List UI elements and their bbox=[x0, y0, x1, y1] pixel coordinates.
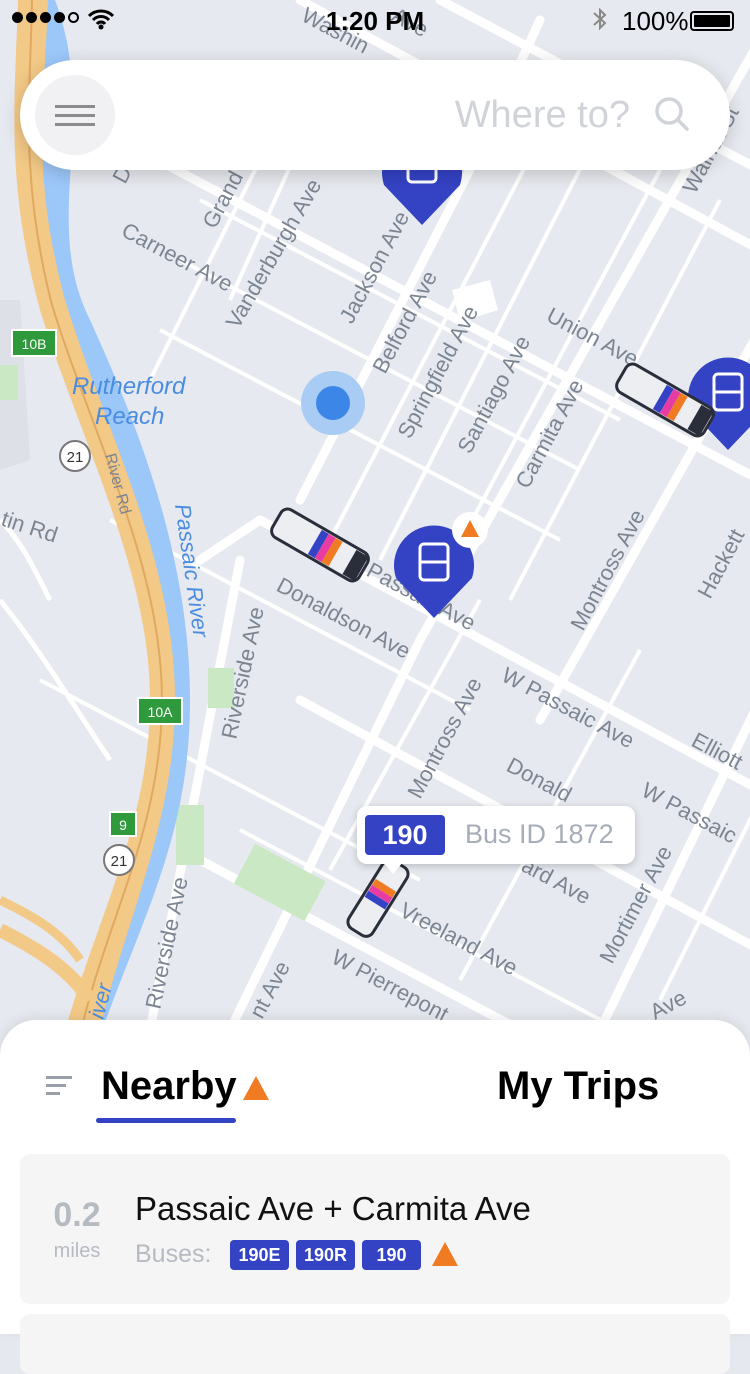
search-icon[interactable] bbox=[654, 96, 690, 132]
route-chip[interactable]: 190E bbox=[230, 1240, 289, 1270]
svg-text:21: 21 bbox=[67, 449, 84, 466]
active-tab-indicator bbox=[96, 1118, 236, 1123]
filter-icon[interactable] bbox=[46, 1074, 74, 1098]
alert-icon bbox=[432, 1242, 458, 1266]
stop-card[interactable] bbox=[20, 1314, 730, 1374]
svg-text:10A: 10A bbox=[148, 704, 174, 720]
buses-label: Buses: bbox=[135, 1240, 212, 1268]
search-input[interactable]: Where to? bbox=[455, 94, 630, 137]
bus-info-tooltip[interactable]: 190 Bus ID 1872 bbox=[357, 806, 635, 874]
bottom-sheet[interactable]: Nearby My Trips 0.2 miles Passaic Ave + … bbox=[0, 1020, 750, 1374]
bus-id-label: Bus ID 1872 bbox=[465, 819, 614, 849]
svg-text:9: 9 bbox=[119, 817, 127, 833]
current-location-marker bbox=[301, 371, 365, 435]
stop-distance: 0.2 bbox=[53, 1196, 101, 1234]
tab-my-trips[interactable]: My Trips bbox=[497, 1064, 659, 1109]
stop-name: Passaic Ave + Carmita Ave bbox=[135, 1190, 531, 1227]
bluetooth-icon bbox=[593, 7, 607, 31]
search-bar[interactable]: Where to? bbox=[20, 60, 730, 170]
route-chip[interactable]: 190 bbox=[362, 1240, 421, 1270]
svg-text:21: 21 bbox=[111, 853, 128, 870]
stop-card[interactable]: 0.2 miles Passaic Ave + Carmita Ave Buse… bbox=[20, 1154, 730, 1304]
tab-nearby[interactable]: Nearby bbox=[101, 1064, 237, 1109]
svg-text:10B: 10B bbox=[22, 336, 47, 352]
status-bar: 1:20 PM 100% bbox=[0, 0, 750, 40]
svg-text:Rutherford: Rutherford bbox=[72, 373, 186, 400]
svg-text:Reach: Reach bbox=[95, 403, 164, 430]
alert-icon bbox=[243, 1076, 269, 1100]
battery-percent: 100% bbox=[622, 6, 689, 36]
route-chip[interactable]: 190R bbox=[296, 1240, 355, 1270]
battery-icon bbox=[690, 11, 734, 31]
menu-button[interactable] bbox=[35, 75, 115, 155]
distance-unit: miles bbox=[53, 1240, 101, 1262]
route-badge: 190 bbox=[365, 815, 445, 855]
